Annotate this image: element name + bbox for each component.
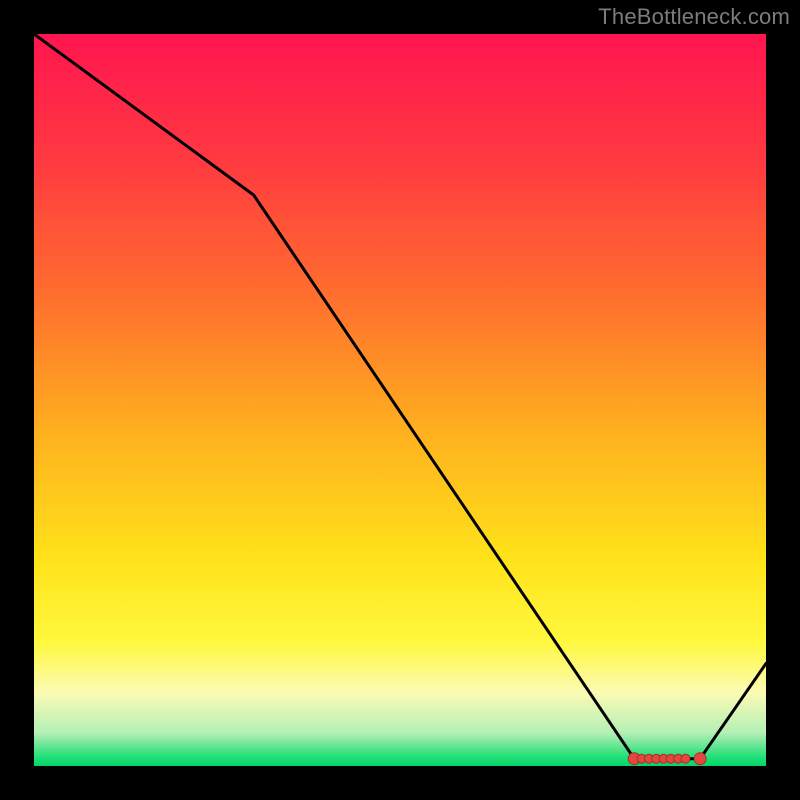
- attribution-label: TheBottleneck.com: [598, 4, 790, 30]
- plot-area: [34, 34, 766, 766]
- chart-overlay: [34, 34, 766, 766]
- chart-canvas: TheBottleneck.com: [0, 0, 800, 800]
- data-marker: [694, 753, 706, 765]
- data-marker: [681, 754, 690, 763]
- marker-group: [628, 753, 706, 765]
- series-line: [34, 34, 766, 759]
